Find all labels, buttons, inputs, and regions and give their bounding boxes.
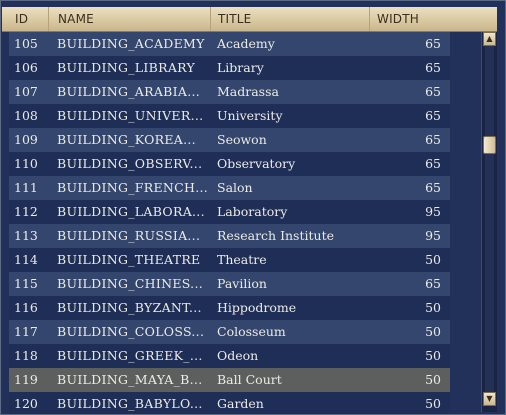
cell-id: 109 <box>14 132 38 147</box>
cell-title: Research Institute <box>217 228 334 243</box>
cell-width: 50 <box>425 252 441 267</box>
cell-id: 112 <box>14 204 38 219</box>
cell-id: 117 <box>14 324 38 339</box>
cell-width: 65 <box>425 180 441 195</box>
cell-title: University <box>217 108 283 123</box>
cell-title: Academy <box>217 36 275 51</box>
scrollbar-track[interactable] <box>485 46 494 396</box>
cell-id: 115 <box>14 276 38 291</box>
scrollbar-thumb[interactable] <box>483 135 496 154</box>
cell-name: BUILDING_RUSSIA... <box>57 228 201 243</box>
column-header-title[interactable]: TITLE <box>211 7 370 31</box>
cell-title: Ball Court <box>217 372 282 387</box>
cell-title: Seowon <box>217 132 267 147</box>
table-row[interactable]: 115 BUILDING_CHINES... Pavilion 65 <box>9 272 450 296</box>
cell-width: 65 <box>425 276 441 291</box>
cell-name: BUILDING_LIBRARY <box>57 60 196 75</box>
cell-name: BUILDING_FRENCH... <box>57 180 209 195</box>
cell-width: 65 <box>425 84 441 99</box>
cell-id: 108 <box>14 108 38 123</box>
table-row[interactable]: 110 BUILDING_OBSERV... Observatory 65 <box>9 152 450 176</box>
cell-name: BUILDING_ARABIA... <box>57 84 201 99</box>
cell-name: BUILDING_COLOSS... <box>57 324 205 339</box>
table-row[interactable]: 116 BUILDING_BYZANT... Hippodrome 50 <box>9 296 450 320</box>
cell-id: 114 <box>14 252 38 267</box>
cell-id: 113 <box>14 228 38 243</box>
cell-name: BUILDING_BABYLO... <box>57 396 203 411</box>
cell-width: 50 <box>425 324 441 339</box>
cell-title: Hippodrome <box>217 300 297 315</box>
cell-name: BUILDING_GREEK_... <box>57 348 203 363</box>
table-row[interactable]: 108 BUILDING_UNIVER... University 65 <box>9 104 450 128</box>
cell-width: 50 <box>425 372 441 387</box>
table-row[interactable]: 106 BUILDING_LIBRARY Library 65 <box>9 56 450 80</box>
cell-id: 111 <box>14 180 38 195</box>
column-header-id[interactable]: ID <box>2 7 49 31</box>
cell-width: 65 <box>425 156 441 171</box>
table-row[interactable]: 105 BUILDING_ACADEMY Academy 65 <box>9 32 450 56</box>
cell-name: BUILDING_THEATRE <box>57 252 201 267</box>
table-row[interactable]: 109 BUILDING_KOREA... Seowon 65 <box>9 128 450 152</box>
cell-width: 65 <box>425 108 441 123</box>
cell-width: 50 <box>425 300 441 315</box>
column-header-name[interactable]: NAME <box>49 7 211 31</box>
cell-name: BUILDING_ACADEMY <box>57 36 205 51</box>
cell-id: 116 <box>14 300 38 315</box>
cell-width: 50 <box>425 396 441 411</box>
cell-title: Pavilion <box>217 276 267 291</box>
cell-name: BUILDING_LABORA... <box>57 204 205 219</box>
table-body: 105 BUILDING_ACADEMY Academy 65 106 BUILDING_… <box>9 32 450 414</box>
cell-title: Garden <box>217 396 264 411</box>
table-row[interactable]: 111 BUILDING_FRENCH... Salon 65 <box>9 176 450 200</box>
cell-id: 120 <box>14 396 38 411</box>
cell-name: BUILDING_OBSERV... <box>57 156 203 171</box>
cell-id: 119 <box>14 372 38 387</box>
table-row[interactable]: 117 BUILDING_COLOSS... Colosseum 50 <box>9 320 450 344</box>
scroll-up-button[interactable]: ▲ <box>483 32 496 46</box>
scroll-down-button[interactable]: ▼ <box>483 392 496 406</box>
cell-name: BUILDING_KOREA... <box>57 132 196 147</box>
table-row[interactable]: 114 BUILDING_THEATRE Theatre 50 <box>9 248 450 272</box>
cell-title: Library <box>217 60 264 75</box>
cell-name: BUILDING_UNIVER... <box>57 108 204 123</box>
cell-title: Theatre <box>217 252 267 267</box>
cell-id: 106 <box>14 60 38 75</box>
cell-id: 110 <box>14 156 38 171</box>
cell-width: 65 <box>425 60 441 75</box>
cell-title: Laboratory <box>217 204 288 219</box>
table-row[interactable]: 112 BUILDING_LABORA... Laboratory 95 <box>9 200 450 224</box>
data-table-panel: ID NAME TITLE WIDTH 105 BUILDING_ACADEMY A… <box>0 0 506 415</box>
column-header-width[interactable]: WIDTH <box>370 7 497 31</box>
vertical-scrollbar[interactable]: ▲ ▼ <box>481 32 497 412</box>
table-header: ID NAME TITLE WIDTH <box>2 7 497 32</box>
cell-width: 95 <box>425 228 441 243</box>
cell-id: 118 <box>14 348 38 363</box>
cell-width: 50 <box>425 348 441 363</box>
table-row[interactable]: 107 BUILDING_ARABIA... Madrassa 65 <box>9 80 450 104</box>
cell-name: BUILDING_MAYA_B... <box>57 372 203 387</box>
cell-width: 95 <box>425 204 441 219</box>
cell-title: Observatory <box>217 156 296 171</box>
cell-title: Odeon <box>217 348 259 363</box>
cell-id: 107 <box>14 84 38 99</box>
cell-width: 65 <box>425 132 441 147</box>
cell-name: BUILDING_CHINES... <box>57 276 203 291</box>
cell-id: 105 <box>14 36 38 51</box>
table-row[interactable]: 113 BUILDING_RUSSIA... Research Institute 9… <box>9 224 450 248</box>
table-row[interactable]: 119 BUILDING_MAYA_B... Ball Court 50 <box>9 368 450 392</box>
arrow-up-icon: ▲ <box>486 34 493 43</box>
cell-title: Colosseum <box>217 324 286 339</box>
cell-name: BUILDING_BYZANT... <box>57 300 202 315</box>
cell-title: Salon <box>217 180 253 195</box>
table-row[interactable]: 118 BUILDING_GREEK_... Odeon 50 <box>9 344 450 368</box>
cell-width: 65 <box>425 36 441 51</box>
cell-title: Madrassa <box>217 84 279 99</box>
arrow-down-icon: ▼ <box>486 394 493 403</box>
table-row[interactable]: 120 BUILDING_BABYLO... Garden 50 <box>9 392 450 414</box>
